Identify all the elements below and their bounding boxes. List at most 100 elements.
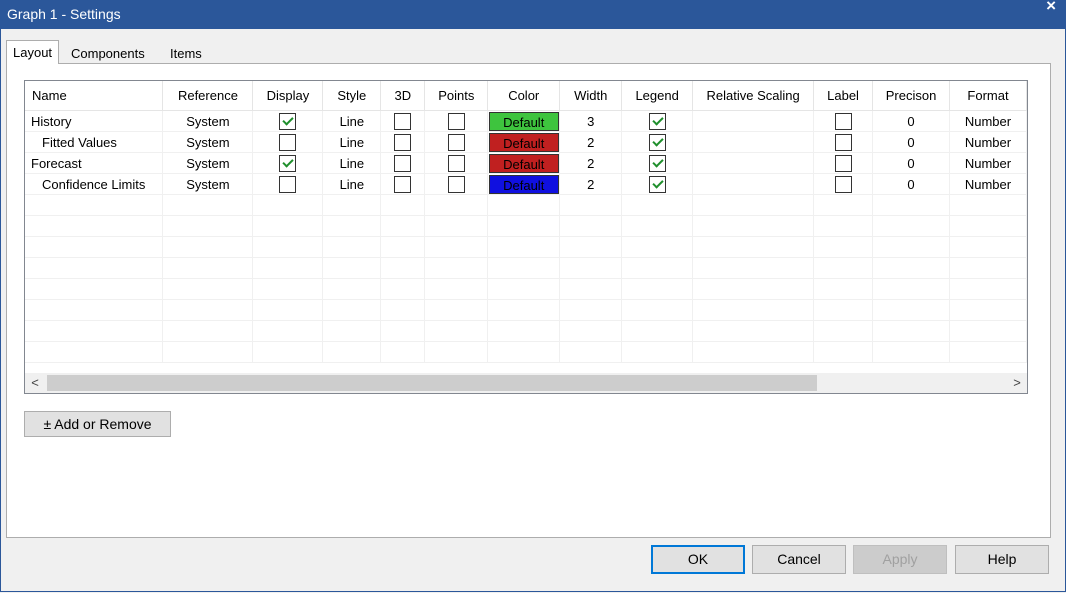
- reference-cell[interactable]: System: [162, 173, 254, 195]
- empty-cell: [621, 320, 694, 342]
- table-row[interactable]: History System Line Default 3 0 Number: [25, 110, 1027, 132]
- tab-layout[interactable]: Layout: [6, 40, 60, 64]
- table-row[interactable]: Forecast System Line Default 2 0 Number: [25, 152, 1027, 174]
- scroll-right-icon[interactable]: >: [1007, 373, 1027, 393]
- reference-cell[interactable]: System: [162, 152, 254, 174]
- format-cell[interactable]: Number: [949, 173, 1027, 195]
- label-checkbox[interactable]: [834, 154, 852, 172]
- column-header-label[interactable]: Label: [813, 81, 874, 111]
- display-checkbox[interactable]: [279, 154, 297, 172]
- display-checkbox[interactable]: [279, 112, 297, 130]
- points-cell: [424, 131, 489, 153]
- reference-cell[interactable]: System: [162, 131, 254, 153]
- close-icon[interactable]: ×: [1046, 0, 1056, 16]
- precision-cell[interactable]: 0: [872, 173, 950, 195]
- table-row[interactable]: Confidence Limits System Line Default 2 0 Numb…: [25, 173, 1027, 195]
- column-header-legend[interactable]: Legend: [621, 81, 694, 111]
- relative-scaling-cell[interactable]: [692, 173, 815, 195]
- add-or-remove-button[interactable]: ± Add or Remove: [24, 411, 171, 437]
- apply-button[interactable]: Apply: [853, 545, 947, 574]
- series-name: Confidence Limits: [25, 173, 164, 195]
- width-cell[interactable]: 2: [559, 131, 623, 153]
- width-cell[interactable]: 2: [559, 173, 623, 195]
- width-cell[interactable]: 3: [559, 110, 623, 132]
- legend-checkbox[interactable]: [648, 154, 666, 172]
- color-swatch[interactable]: Default: [488, 174, 559, 194]
- 3d-checkbox[interactable]: [394, 175, 412, 193]
- empty-cell: [162, 278, 254, 300]
- empty-cell: [424, 257, 489, 279]
- color-swatch[interactable]: Default: [488, 153, 559, 173]
- label-cell: [813, 173, 874, 195]
- empty-cell: [621, 278, 694, 300]
- empty-cell: [380, 257, 426, 279]
- empty-cell: [424, 299, 489, 321]
- empty-cell: [424, 320, 489, 342]
- legend-checkbox[interactable]: [648, 112, 666, 130]
- format-cell[interactable]: Number: [949, 131, 1027, 153]
- empty-cell: [949, 257, 1027, 279]
- display-cell: [252, 131, 324, 153]
- empty-cell: [162, 341, 254, 363]
- empty-cell: [25, 194, 164, 216]
- relative-scaling-cell[interactable]: [692, 152, 815, 174]
- help-button[interactable]: Help: [955, 545, 1049, 574]
- precision-cell[interactable]: 0: [872, 131, 950, 153]
- column-header-color[interactable]: Color: [487, 81, 561, 111]
- 3d-checkbox[interactable]: [394, 133, 412, 151]
- column-header-relative-scaling[interactable]: Relative Scaling: [692, 81, 815, 111]
- reference-cell[interactable]: System: [162, 110, 254, 132]
- label-checkbox[interactable]: [834, 133, 852, 151]
- color-swatch[interactable]: Default: [488, 111, 559, 131]
- style-cell[interactable]: Line: [322, 152, 382, 174]
- column-header-format[interactable]: Format: [949, 81, 1027, 111]
- points-checkbox[interactable]: [447, 154, 465, 172]
- empty-cell: [559, 320, 623, 342]
- column-header-precision[interactable]: Precison: [872, 81, 950, 111]
- column-header-points[interactable]: Points: [424, 81, 489, 111]
- empty-cell: [252, 341, 324, 363]
- relative-scaling-cell[interactable]: [692, 131, 815, 153]
- 3d-checkbox[interactable]: [394, 154, 412, 172]
- precision-cell[interactable]: 0: [872, 152, 950, 174]
- style-cell[interactable]: Line: [322, 110, 382, 132]
- column-header-display[interactable]: Display: [252, 81, 324, 111]
- precision-cell[interactable]: 0: [872, 110, 950, 132]
- column-header-reference[interactable]: Reference: [162, 81, 254, 111]
- empty-cell: [692, 320, 815, 342]
- points-checkbox[interactable]: [447, 175, 465, 193]
- display-checkbox[interactable]: [279, 133, 297, 151]
- scroll-thumb[interactable]: [47, 375, 817, 391]
- width-cell[interactable]: 2: [559, 152, 623, 174]
- empty-cell: [813, 194, 874, 216]
- column-header-style[interactable]: Style: [322, 81, 382, 111]
- color-swatch[interactable]: Default: [488, 132, 559, 152]
- series-grid[interactable]: Name Reference Display Style 3D Points Color Wi…: [24, 80, 1028, 394]
- points-checkbox[interactable]: [447, 133, 465, 151]
- empty-cell: [872, 257, 950, 279]
- style-cell[interactable]: Line: [322, 131, 382, 153]
- format-cell[interactable]: Number: [949, 152, 1027, 174]
- column-header-width[interactable]: Width: [559, 81, 623, 111]
- display-checkbox[interactable]: [279, 175, 297, 193]
- 3d-checkbox[interactable]: [394, 112, 412, 130]
- format-cell[interactable]: Number: [949, 110, 1027, 132]
- legend-cell: [621, 110, 694, 132]
- table-row[interactable]: Fitted Values System Line Default 2 0 Number: [25, 131, 1027, 153]
- horizontal-scrollbar[interactable]: < >: [25, 373, 1027, 393]
- ok-button[interactable]: OK: [651, 545, 745, 574]
- empty-cell: [252, 257, 324, 279]
- style-cell[interactable]: Line: [322, 173, 382, 195]
- points-checkbox[interactable]: [447, 112, 465, 130]
- relative-scaling-cell[interactable]: [692, 110, 815, 132]
- cancel-button[interactable]: Cancel: [752, 545, 846, 574]
- column-header-3d[interactable]: 3D: [380, 81, 426, 111]
- legend-checkbox[interactable]: [648, 133, 666, 151]
- tab-components[interactable]: Components: [65, 44, 151, 63]
- legend-checkbox[interactable]: [648, 175, 666, 193]
- label-checkbox[interactable]: [834, 112, 852, 130]
- label-checkbox[interactable]: [834, 175, 852, 193]
- column-header-name[interactable]: Name: [25, 81, 164, 111]
- scroll-left-icon[interactable]: <: [25, 373, 45, 393]
- tab-items[interactable]: Items: [164, 44, 208, 63]
